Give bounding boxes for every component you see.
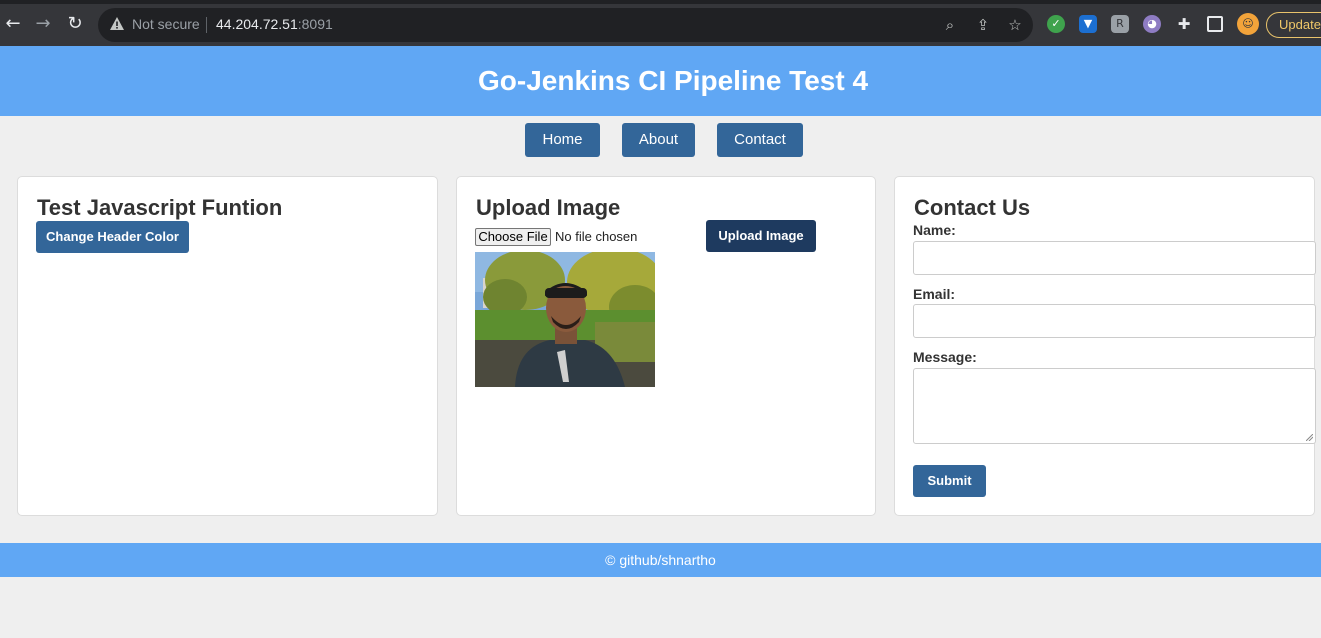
profile-avatar[interactable]: ☺ [1237,13,1259,35]
message-label: Message: [913,349,977,365]
forward-icon[interactable]: → [33,14,53,34]
name-label: Name: [913,222,956,238]
footer-text: © github/shnartho [605,552,716,568]
page-footer: © github/shnartho [0,543,1321,577]
nav-home-button[interactable]: Home [525,123,600,157]
url-port: :8091 [297,16,333,32]
page-title: Go-Jenkins CI Pipeline Test 4 [477,65,869,96]
upload-card: Upload Image Choose File No file chosen … [456,176,876,516]
js-card-title: Test Javascript Funtion [37,195,283,220]
change-header-color-button[interactable]: Change Header Color [36,221,189,253]
nav-about-button[interactable]: About [622,123,695,157]
name-input[interactable] [913,241,1316,275]
page-header: Go-Jenkins CI Pipeline Test 4 [0,46,1321,116]
url-text[interactable]: 44.204.72.51:8091 [216,16,333,32]
shield-extension-icon[interactable]: ✓ [1047,15,1065,33]
side-panel-icon[interactable] [1207,16,1223,32]
resize-handle-icon[interactable] [1306,434,1313,441]
security-label[interactable]: Not secure [132,16,200,32]
warning-icon [110,17,124,30]
browser-toolbar: ← → ↻ Not secure 44.204.72.51:8091 ⌕ ⇪ ☆… [0,0,1321,46]
url-host: 44.204.72.51 [216,16,298,32]
bookmark-star-icon[interactable]: ☆ [1006,16,1024,34]
back-icon[interactable]: ← [3,14,23,34]
tab-strip [0,0,1321,4]
choose-file-button[interactable]: Choose File [475,228,551,246]
update-button[interactable]: Update [1266,12,1321,38]
message-textarea[interactable] [913,368,1316,444]
js-test-card: Test Javascript Funtion Change Header Co… [17,176,438,516]
contact-card-title: Contact Us [914,195,1031,220]
file-status-text: No file chosen [555,229,638,244]
upload-card-title: Upload Image [476,195,621,220]
vpn-extension-icon[interactable]: ▼ [1079,15,1097,33]
puzzle-icon[interactable]: ✚ [1175,15,1193,33]
address-bar[interactable]: Not secure 44.204.72.51:8091 ⌕ ⇪ ☆ [98,8,1033,42]
contact-card: Contact Us Name: Email: Message: Submit [894,176,1316,516]
share-icon[interactable]: ⇪ [974,16,992,34]
divider [206,17,207,33]
upload-image-button[interactable]: Upload Image [706,220,816,252]
email-label: Email: [913,286,956,302]
zoom-icon[interactable]: ⌕ [941,16,959,34]
submit-button[interactable]: Submit [913,465,986,497]
uploaded-photo [475,252,655,387]
r-extension-icon[interactable]: R [1111,15,1129,33]
nav-contact-button[interactable]: Contact [717,123,803,157]
email-input[interactable] [913,304,1316,338]
reload-icon[interactable]: ↻ [65,14,85,34]
ghost-extension-icon[interactable]: ◕ [1143,15,1161,33]
